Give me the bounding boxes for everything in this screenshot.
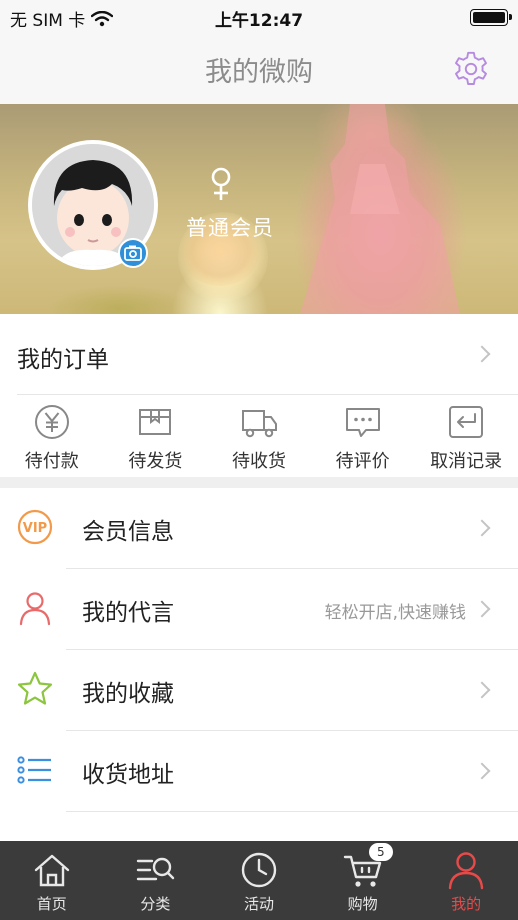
camera-icon[interactable] [118, 238, 148, 268]
clock-icon [241, 852, 277, 888]
tab-label: 购物 [347, 895, 378, 913]
order-cancel-records[interactable]: 取消记录 [414, 395, 518, 477]
order-pending-shipment[interactable]: 待发货 [104, 395, 208, 477]
tab-label: 首页 [36, 895, 67, 913]
chevron-right-icon [473, 519, 491, 537]
menu-label: 收货地址 [82, 762, 174, 788]
user-icon [448, 852, 484, 890]
yen-circle-icon [34, 405, 69, 439]
tab-label: 活动 [243, 895, 274, 913]
order-label: 待评价 [335, 451, 390, 472]
divider [66, 811, 518, 812]
member-level: 普通会员 [186, 216, 274, 240]
profile-banner: 普通会员 [0, 104, 518, 314]
menu-item-favorites[interactable]: 我的收藏 [0, 650, 518, 731]
return-arrow-icon [449, 406, 484, 438]
order-label: 待收货 [231, 451, 286, 472]
chevron-right-icon [473, 600, 491, 618]
home-icon [34, 854, 69, 887]
menu-item-vip-info[interactable]: VIP 会员信息 [0, 488, 518, 569]
order-status-grid: 待付款 待发货 待收货 待评价 取消记录 [0, 395, 518, 477]
gear-icon[interactable] [452, 50, 490, 88]
page-title: 我的微购 [205, 57, 313, 88]
menu-label: 我的收藏 [82, 681, 174, 707]
menu-label: 会员信息 [82, 519, 174, 545]
order-label: 取消记录 [430, 451, 503, 472]
person-icon [19, 592, 51, 626]
tab-activity[interactable]: 活动 [207, 841, 311, 920]
menu-label: 我的代言 [82, 600, 174, 626]
tab-label: 我的 [451, 895, 482, 913]
category-search-icon [137, 857, 175, 881]
my-orders-title: 我的订单 [17, 347, 109, 373]
chevron-right-icon [473, 345, 491, 363]
female-icon [211, 167, 231, 200]
tab-cart[interactable]: 5 购物 [311, 841, 415, 920]
clock-time: 上午12:47 [214, 11, 304, 31]
order-pending-payment[interactable]: 待付款 [0, 395, 104, 477]
comment-bubble-icon [345, 408, 380, 437]
bottom-tab-bar: 首页 分类 活动 5 购物 我的 [0, 841, 518, 920]
menu-item-shipping-address[interactable]: 收货地址 [0, 731, 518, 812]
package-box-icon [139, 409, 172, 435]
vip-icon: VIP [17, 509, 53, 545]
svg-text:VIP: VIP [23, 521, 47, 536]
truck-icon [241, 410, 277, 438]
chevron-right-icon [473, 762, 491, 780]
star-icon [17, 671, 53, 705]
tab-category[interactable]: 分类 [104, 841, 208, 920]
banner-dress-figure [300, 104, 460, 314]
tab-mine[interactable]: 我的 [414, 841, 518, 920]
order-label: 待付款 [24, 451, 79, 472]
cart-badge: 5 [368, 843, 393, 861]
section-separator [0, 477, 518, 488]
menu-subtitle: 轻松开店,快速赚钱 [324, 603, 466, 623]
order-label: 待发货 [128, 451, 183, 472]
tab-home[interactable]: 首页 [0, 841, 104, 920]
chevron-right-icon [473, 681, 491, 699]
my-orders-row[interactable]: 我的订单 [0, 314, 518, 394]
status-bar: 无 SIM 卡 上午12:47 [0, 0, 518, 34]
tab-label: 分类 [140, 895, 171, 913]
order-pending-receipt[interactable]: 待收货 [207, 395, 311, 477]
list-icon [17, 756, 51, 784]
order-pending-review[interactable]: 待评价 [311, 395, 415, 477]
menu-item-endorsement[interactable]: 我的代言 轻松开店,快速赚钱 [0, 569, 518, 650]
battery-icon [470, 9, 512, 26]
navigation-bar: 我的微购 [0, 34, 518, 104]
